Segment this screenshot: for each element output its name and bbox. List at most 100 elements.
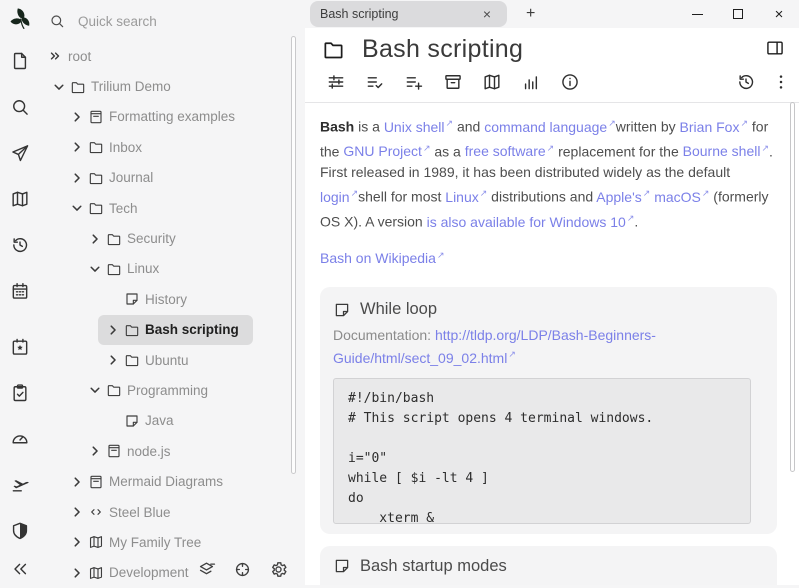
launcher-today[interactable]	[5, 324, 35, 370]
create-split-button[interactable]	[765, 38, 785, 61]
ribbon-revisions[interactable]	[736, 72, 756, 95]
chevron-right-icon[interactable]	[106, 353, 120, 367]
gauge-icon	[10, 429, 30, 449]
chevron-right-icon[interactable]	[70, 171, 84, 185]
chevron-right-icon[interactable]	[70, 566, 84, 580]
tree-item-my-family-tree[interactable]: My Family Tree	[62, 527, 215, 557]
launcher-calendar[interactable]	[5, 268, 35, 314]
quick-search[interactable]	[40, 9, 305, 33]
ribbon-note-paths[interactable]	[443, 72, 463, 95]
chevron-right-icon[interactable]	[70, 475, 84, 489]
tree-item-journal[interactable]: Journal	[62, 163, 167, 193]
launcher-dashboard[interactable]	[5, 416, 35, 462]
inline-link[interactable]: Bourne shell↗	[683, 143, 769, 159]
chevron-right-icon[interactable]	[88, 444, 102, 458]
map-icon	[10, 189, 30, 209]
map-icon	[88, 565, 104, 581]
chevron-down-icon[interactable]	[88, 262, 102, 276]
chevrons-right-icon[interactable]	[48, 49, 62, 63]
tree-settings-button[interactable]	[269, 560, 288, 582]
external-link-icon: ↗	[627, 213, 635, 223]
tab-bash-scripting[interactable]: Bash scripting ×	[310, 1, 507, 27]
send-icon	[10, 143, 30, 163]
tree-item-history[interactable]: History	[98, 284, 201, 314]
maximize-icon	[733, 9, 743, 19]
code-icon	[88, 504, 104, 520]
external-link-icon: ↗	[608, 118, 616, 128]
scroll-to-active-note-button[interactable]	[233, 560, 252, 582]
tree-item-tech[interactable]: Tech	[62, 193, 152, 223]
maximize-button[interactable]	[731, 7, 745, 21]
inline-link[interactable]: Unix shell↗	[384, 119, 453, 135]
inline-link[interactable]: Brian Fox↗	[680, 119, 748, 135]
ribbon-similar-notes[interactable]	[521, 72, 541, 95]
launcher-task-manager[interactable]	[5, 370, 35, 416]
launcher-new-note[interactable]	[5, 38, 35, 84]
tree-item-inbox[interactable]: Inbox	[62, 132, 156, 162]
chevron-right-icon[interactable]	[70, 110, 84, 124]
ribbon-note-info[interactable]	[560, 72, 580, 95]
ribbon-inherited-attributes[interactable]	[404, 72, 424, 95]
ribbon-note-map[interactable]	[482, 72, 502, 95]
tree-item-root[interactable]: root	[40, 41, 105, 71]
external-link-icon: ↗	[446, 118, 454, 128]
ribbon-basic-properties[interactable]	[326, 72, 346, 95]
folder-icon[interactable]	[322, 38, 345, 61]
chevron-down-icon[interactable]	[52, 80, 66, 94]
chevron-right-icon[interactable]	[70, 505, 84, 519]
chevron-down-icon[interactable]	[70, 201, 84, 215]
target-icon	[233, 560, 252, 579]
tree-item-node-js[interactable]: node.js	[80, 436, 185, 466]
launcher-migration[interactable]	[5, 462, 35, 508]
tree-item-java[interactable]: Java	[98, 406, 188, 436]
tree-item-steel-blue[interactable]: Steel Blue	[62, 497, 185, 527]
chevron-right-icon[interactable]	[88, 232, 102, 246]
note-title[interactable]: Bash scripting	[362, 35, 765, 64]
tree-item-formatting-examples[interactable]: Formatting examples	[62, 102, 249, 132]
launcher-jump-to-note[interactable]	[5, 130, 35, 176]
chevron-right-icon[interactable]	[70, 535, 84, 549]
chevron-right-icon[interactable]	[106, 323, 120, 337]
inline-link[interactable]: Apple's↗	[596, 189, 650, 205]
collapse-tree-button[interactable]	[197, 560, 216, 582]
inline-link[interactable]: is also available for Windows 10↗	[427, 214, 635, 230]
close-button[interactable]: ×	[772, 7, 786, 21]
chevron-down-icon[interactable]	[88, 383, 102, 397]
inline-link[interactable]: GNU Project↗	[343, 143, 430, 159]
ribbon-owned-attributes[interactable]	[365, 72, 385, 95]
launcher-search[interactable]	[5, 84, 35, 130]
launcher-collapse-panel[interactable]	[5, 554, 35, 584]
tree-item-linux[interactable]: Linux	[80, 254, 173, 284]
map-icon	[482, 72, 502, 92]
new-tab-button[interactable]: +	[520, 5, 541, 23]
tree-item-mermaid-diagrams[interactable]: Mermaid Diagrams	[62, 466, 237, 496]
inline-link[interactable]: command language↗	[484, 119, 616, 135]
launcher-recent-changes[interactable]	[5, 222, 35, 268]
chevron-right-icon[interactable]	[70, 140, 84, 154]
tree-item-trilium-demo[interactable]: Trilium Demo	[44, 71, 185, 101]
wikipedia-link[interactable]: Bash on Wikipedia↗	[320, 250, 445, 266]
tab-close-button[interactable]: ×	[477, 6, 497, 22]
ribbon-more-actions[interactable]	[771, 72, 791, 95]
quick-search-input[interactable]	[76, 13, 256, 30]
tree-item-security[interactable]: Security	[80, 223, 190, 253]
external-link-icon: ↗	[480, 188, 488, 198]
tab-bar: Bash scripting × + ×	[305, 0, 799, 28]
inline-link[interactable]: login↗	[320, 189, 358, 205]
inline-link[interactable]: macOS↗	[654, 189, 709, 205]
note-icon	[124, 291, 140, 307]
code-block[interactable]: #!/bin/bash # This script opens 4 termin…	[333, 378, 751, 524]
external-link-icon: ↗	[702, 188, 710, 198]
tree-item-bash-scripting[interactable]: Bash scripting	[98, 315, 253, 345]
tree-item-programming[interactable]: Programming	[80, 375, 222, 405]
inline-link[interactable]: Linux↗	[445, 189, 487, 205]
launcher-note-map[interactable]	[5, 176, 35, 222]
tree-item-ubuntu[interactable]: Ubuntu	[98, 345, 203, 375]
content-scrollbar[interactable]	[790, 102, 795, 472]
launcher-protected-session[interactable]	[5, 508, 35, 554]
main-pane: Bash scripting × + × Bash scripting	[305, 0, 799, 585]
inline-link[interactable]: free software↗	[465, 143, 554, 159]
tree-scrollbar[interactable]	[291, 36, 296, 474]
minimize-button[interactable]	[690, 7, 704, 21]
tree-item-development[interactable]: Development	[62, 558, 203, 588]
